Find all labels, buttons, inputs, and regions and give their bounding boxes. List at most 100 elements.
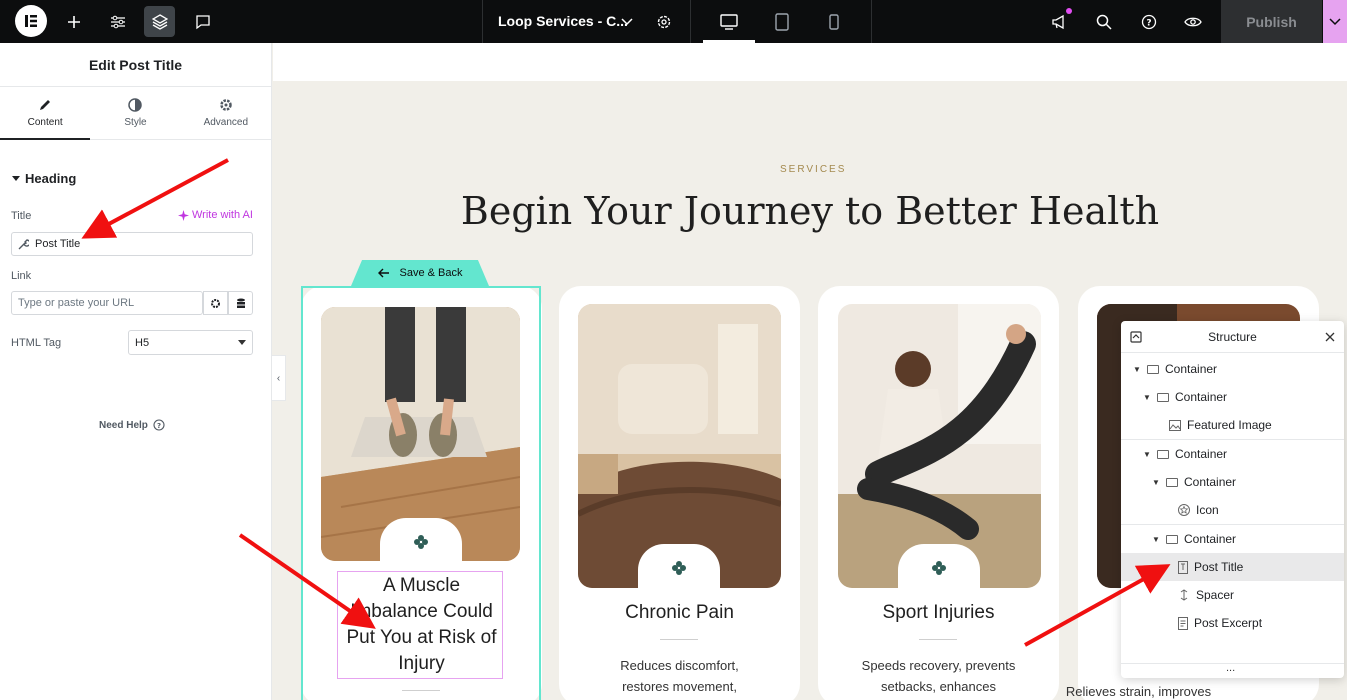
tablet-view-icon[interactable]	[766, 6, 797, 37]
container-icon	[1166, 477, 1178, 487]
card-excerpt: Relieves strain, improves	[1065, 684, 1212, 699]
editor-panel: Edit Post Title Content Style Advanced H…	[0, 43, 272, 700]
structure-item-featured-image[interactable]: Featured Image	[1121, 411, 1344, 439]
tab-advanced[interactable]: Advanced	[181, 87, 271, 139]
contrast-icon	[128, 98, 143, 112]
structure-item-container[interactable]: ▼ Container	[1121, 383, 1344, 411]
selected-widget-outline	[337, 571, 503, 679]
structure-item-label: Container	[1175, 390, 1228, 404]
caret-down-icon[interactable]: ▼	[1152, 478, 1160, 487]
link-url-field[interactable]	[11, 291, 203, 315]
pencil-icon	[40, 100, 51, 110]
clover-icon	[932, 561, 946, 575]
title-field-value: Post Title	[35, 238, 81, 250]
panel-tabs: Content Style Advanced	[0, 87, 271, 140]
structure-item-label: Post Excerpt	[1194, 616, 1263, 630]
structure-item-label: Container	[1184, 475, 1237, 489]
structure-title: Structure	[1208, 329, 1257, 344]
card-icon-notch	[638, 544, 720, 592]
search-icon[interactable]	[1088, 6, 1119, 37]
help-icon: ?	[153, 419, 165, 431]
image-icon	[1169, 419, 1181, 431]
gear-icon	[220, 99, 232, 111]
container-icon	[1147, 364, 1159, 374]
caret-down-icon[interactable]: ▼	[1143, 450, 1151, 459]
link-label: Link	[11, 270, 32, 282]
top-bar: Loop Services - C... ? Publish	[0, 0, 1347, 43]
site-settings-icon[interactable]	[102, 6, 133, 37]
structure-item-container[interactable]: ▼ Container	[1121, 468, 1344, 496]
caret-down-icon[interactable]: ▼	[1143, 393, 1151, 402]
arrow-left-icon	[377, 268, 389, 278]
service-card[interactable]: Chronic Pain Reduces discomfort, restore…	[559, 286, 800, 700]
structure-item-label: Container	[1184, 532, 1237, 546]
html-tag-select[interactable]: H5	[128, 330, 253, 355]
mobile-view-icon[interactable]	[818, 6, 849, 37]
caret-down-icon[interactable]: ▼	[1152, 535, 1160, 544]
section-headline: Begin Your Journey to Better Health	[460, 189, 1160, 233]
add-element-icon[interactable]	[58, 6, 89, 37]
card-title[interactable]: Sport Injuries	[818, 600, 1059, 626]
separator	[871, 0, 872, 43]
structure-item-icon[interactable]: Icon	[1121, 496, 1344, 524]
tab-content[interactable]: Content	[0, 87, 91, 140]
html-tag-label: HTML Tag	[11, 337, 62, 349]
tab-style[interactable]: Style	[90, 87, 180, 139]
panel-dock-icon[interactable]	[1130, 331, 1142, 343]
svg-text:?: ?	[157, 422, 161, 430]
caret-down-icon[interactable]: ▼	[1133, 365, 1141, 374]
link-options-gear-icon[interactable]	[203, 291, 228, 315]
preview-eye-icon[interactable]	[1177, 6, 1208, 37]
tab-label: Style	[124, 117, 147, 128]
container-icon	[1157, 392, 1169, 402]
structure-item-container[interactable]: ▼ Container	[1121, 440, 1344, 468]
publish-options-chevron-icon[interactable]	[1323, 0, 1347, 43]
close-icon[interactable]	[1325, 332, 1335, 342]
sparkle-icon	[178, 209, 189, 221]
section-overline: SERVICES	[780, 164, 847, 175]
service-card[interactable]: Sport Injuries Speeds recovery, prevents…	[818, 286, 1059, 700]
structure-item-label: Featured Image	[1187, 418, 1272, 432]
desktop-view-icon[interactable]	[713, 6, 744, 37]
tab-label: Content	[27, 117, 63, 128]
post-excerpt-icon	[1178, 616, 1188, 630]
structure-item-label: Icon	[1196, 503, 1219, 517]
structure-item-spacer[interactable]: Spacer	[1121, 581, 1344, 609]
structure-item-container[interactable]: ▼ Container	[1121, 355, 1344, 383]
structure-item-post-excerpt[interactable]: Post Excerpt	[1121, 609, 1344, 637]
structure-item-label: Spacer	[1196, 588, 1235, 602]
html-tag-value: H5	[135, 336, 150, 349]
document-title[interactable]: Loop Services - C...	[498, 13, 628, 29]
collapse-panel-chevron-icon[interactable]: ‹	[272, 355, 286, 401]
comments-icon[interactable]	[187, 6, 218, 37]
star-icon	[1178, 504, 1190, 516]
need-help-link[interactable]: Need Help ?	[99, 419, 165, 431]
caret-down-icon	[238, 340, 246, 345]
card-title[interactable]: Chronic Pain	[559, 600, 800, 626]
card-excerpt: Reduces discomfort, restores movement,	[620, 658, 739, 694]
canvas-header-strip	[273, 43, 1347, 81]
svg-text:?: ?	[1146, 18, 1151, 28]
notification-dot	[1066, 8, 1072, 14]
structure-item-post-title[interactable]: Post Title	[1121, 553, 1344, 581]
resize-handle[interactable]: ...	[1226, 662, 1235, 674]
title-dynamic-field[interactable]: Post Title	[11, 232, 253, 256]
post-title-icon	[1178, 560, 1188, 574]
chevron-down-icon[interactable]	[611, 6, 642, 37]
card-divider	[919, 639, 957, 640]
write-with-ai-label: Write with AI	[192, 209, 253, 221]
structure-item-container[interactable]: ▼ Container	[1121, 525, 1344, 553]
publish-button[interactable]: Publish	[1221, 0, 1322, 43]
link-url-input[interactable]	[18, 297, 198, 309]
save-and-back-label: Save & Back	[399, 267, 463, 279]
elementor-logo-icon[interactable]	[15, 5, 47, 37]
page-settings-gear-icon[interactable]	[648, 6, 679, 37]
card-divider	[660, 639, 698, 640]
structure-layers-icon[interactable]	[144, 6, 175, 37]
write-with-ai-button[interactable]: Write with AI	[178, 209, 253, 221]
save-and-back-button[interactable]: Save & Back	[351, 260, 489, 286]
dynamic-tags-database-icon[interactable]	[228, 291, 253, 315]
help-icon[interactable]: ?	[1133, 6, 1164, 37]
section-heading-toggle[interactable]: Heading	[12, 171, 76, 186]
need-help-label: Need Help	[99, 419, 148, 431]
